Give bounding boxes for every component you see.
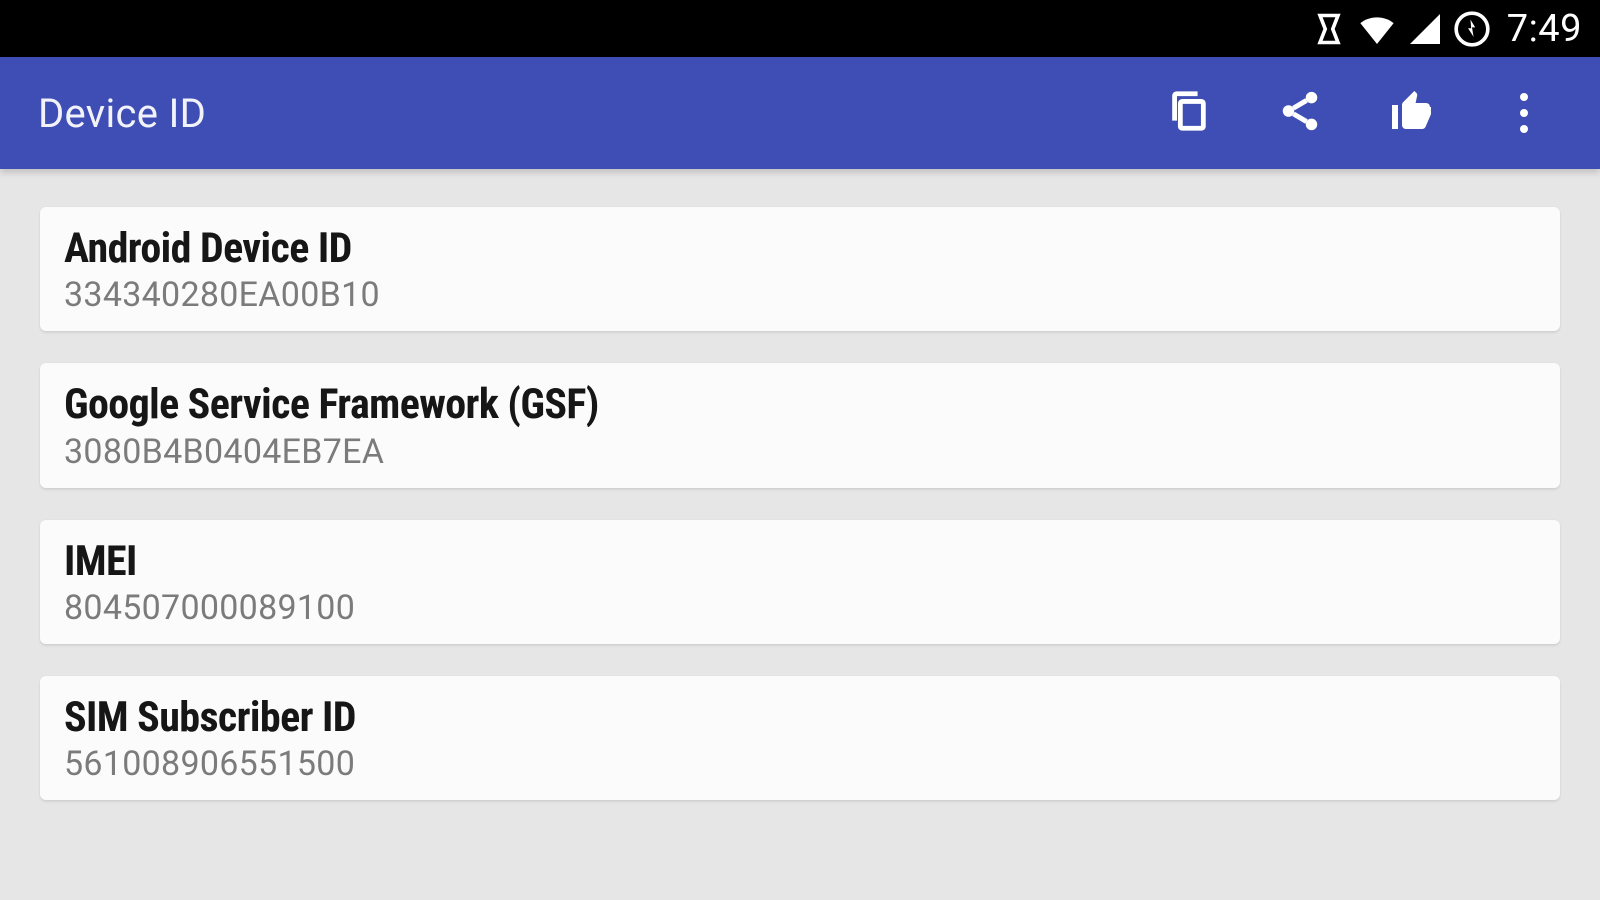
card-value: 804507000089100 xyxy=(64,588,1536,628)
card-title: Google Service Framework (GSF) xyxy=(64,381,1536,429)
share-button[interactable] xyxy=(1272,85,1328,141)
more-vert-icon xyxy=(1520,93,1528,133)
tag-icon xyxy=(1311,11,1347,47)
status-time: 7:49 xyxy=(1507,7,1582,51)
card-value: 3080B4B0404EB7EA xyxy=(64,432,1536,472)
cellular-icon xyxy=(1407,11,1443,47)
card-android-device-id[interactable]: Android Device ID 334340280EA00B10 xyxy=(40,207,1560,331)
card-imei[interactable]: IMEI 804507000089100 xyxy=(40,520,1560,644)
card-sim-subscriber-id[interactable]: SIM Subscriber ID 561008906551500 xyxy=(40,676,1560,800)
card-gsf[interactable]: Google Service Framework (GSF) 3080B4B04… xyxy=(40,363,1560,487)
copy-icon xyxy=(1165,88,1211,138)
app-title: Device ID xyxy=(38,90,1160,137)
copy-button[interactable] xyxy=(1160,85,1216,141)
card-value: 561008906551500 xyxy=(64,744,1536,784)
card-title: Android Device ID xyxy=(64,225,1536,273)
app-bar: Device ID xyxy=(0,57,1600,169)
share-icon xyxy=(1277,88,1323,138)
overflow-menu-button[interactable] xyxy=(1496,85,1552,141)
card-value: 334340280EA00B10 xyxy=(64,275,1536,315)
thumbs-up-icon xyxy=(1388,87,1436,139)
card-title: SIM Subscriber ID xyxy=(64,694,1536,742)
like-button[interactable] xyxy=(1384,85,1440,141)
power-circle-icon xyxy=(1453,10,1491,48)
status-bar: 7:49 xyxy=(0,0,1600,57)
wifi-icon xyxy=(1357,9,1397,49)
content-area: Android Device ID 334340280EA00B10 Googl… xyxy=(0,169,1600,900)
appbar-actions xyxy=(1160,85,1570,141)
card-title: IMEI xyxy=(64,538,1536,586)
